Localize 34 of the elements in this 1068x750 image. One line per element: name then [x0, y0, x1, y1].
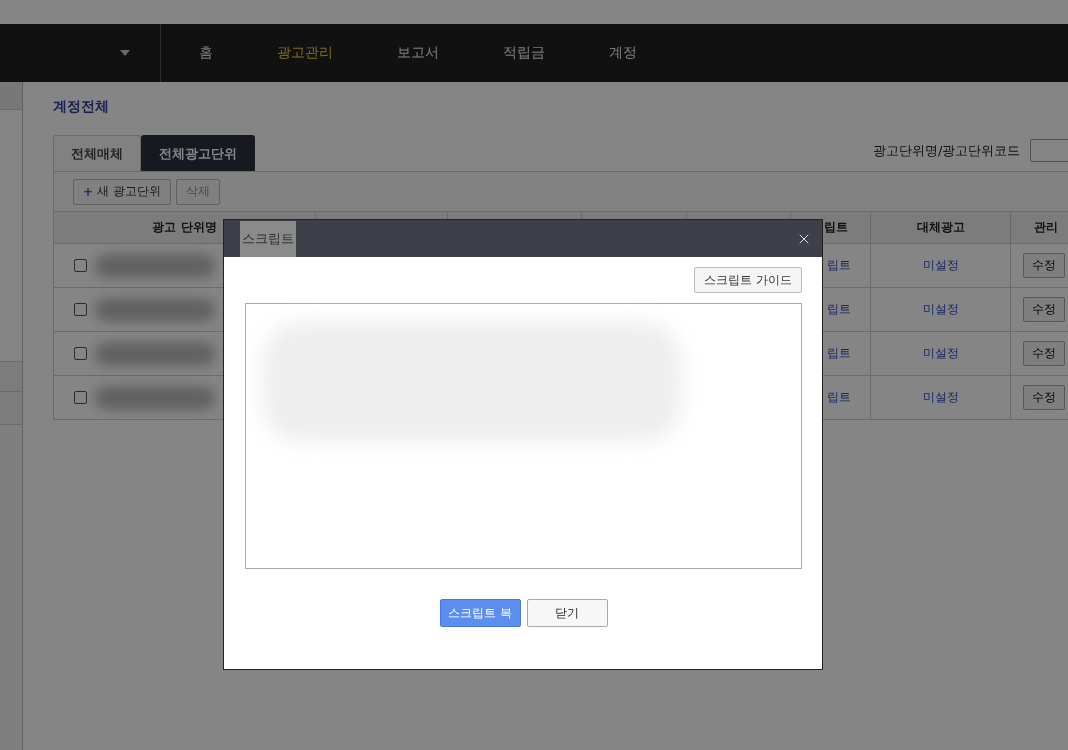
fallback-ad-link[interactable]: 미설정 — [922, 257, 959, 274]
nav-item[interactable]: 광고관리 — [245, 44, 365, 62]
script-link[interactable]: 립트 — [827, 345, 851, 362]
column-header: 대체광고 — [871, 212, 1011, 243]
nav-item[interactable]: 계정 — [577, 44, 669, 62]
nav-item[interactable]: 홈 — [167, 44, 245, 62]
close-button[interactable]: 닫기 — [526, 599, 608, 627]
script-guide-button[interactable]: 스크립트 가이드 — [694, 267, 802, 293]
script-link[interactable]: 립트 — [827, 301, 851, 318]
row-checkbox[interactable] — [74, 347, 87, 360]
fallback-ad-link[interactable]: 미설정 — [922, 345, 959, 362]
tab[interactable]: 전체매체 — [53, 135, 141, 171]
row-checkbox[interactable] — [74, 391, 87, 404]
nav-item[interactable]: 보고서 — [365, 44, 471, 62]
new-ad-unit-button[interactable]: + 새 광고단위 — [73, 178, 171, 205]
search-label: 광고단위명/광고단위코드 — [873, 141, 1021, 160]
edit-button[interactable]: 수정 — [1023, 341, 1065, 366]
tab[interactable]: 전체광고단위 — [141, 135, 255, 171]
fallback-ad-link[interactable]: 미설정 — [922, 301, 959, 318]
caret-down-icon[interactable] — [120, 50, 130, 56]
plus-icon: + — [83, 184, 94, 199]
row-checkbox[interactable] — [74, 259, 87, 272]
column-header: 관리 — [1011, 212, 1068, 243]
copy-script-button[interactable]: 스크립트 복 — [439, 599, 521, 627]
fallback-ad-link[interactable]: 미설정 — [922, 389, 959, 406]
script-link[interactable]: 립트 — [827, 257, 851, 274]
script-link[interactable]: 립트 — [827, 389, 851, 406]
dialog-title: 스크립트 — [240, 220, 296, 257]
page-title: 계정전체 — [53, 98, 110, 116]
nav-item[interactable]: 적립금 — [471, 44, 577, 62]
edit-button[interactable]: 수정 — [1023, 253, 1065, 278]
row-checkbox[interactable] — [74, 303, 87, 316]
edit-button[interactable]: 수정 — [1023, 297, 1065, 322]
edit-button[interactable]: 수정 — [1023, 385, 1065, 410]
